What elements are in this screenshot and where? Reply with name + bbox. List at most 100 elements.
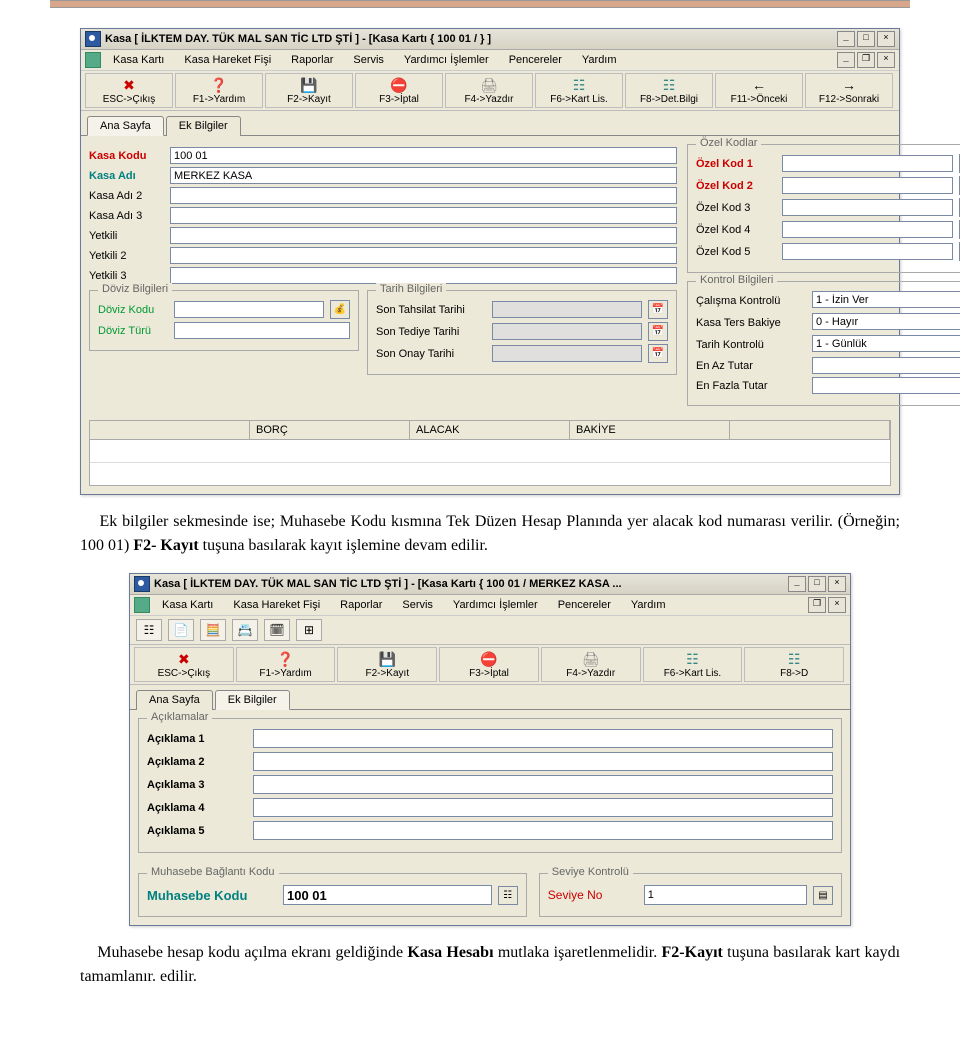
menu-raporlar[interactable]: Raporlar [332,597,390,613]
field-input[interactable] [170,267,677,284]
tool-icon[interactable]: ⊞ [296,619,322,641]
combo[interactable]: ▼ [812,335,960,354]
input-seviye-no[interactable] [644,885,807,905]
tool-icon[interactable]: 🗓 [264,619,290,641]
menu-raporlar[interactable]: Raporlar [283,52,341,68]
field-input[interactable] [782,199,953,216]
label-seviye-no: Seviye No [548,888,638,902]
fn-button[interactable]: ←F11->Önceki [715,73,803,108]
tab-ek-bilgiler[interactable]: Ek Bilgiler [166,116,241,136]
field-input[interactable] [174,301,324,318]
lookup-icon[interactable]: ▤ [813,886,833,905]
maximize-button[interactable]: □ [857,31,875,47]
fn-button[interactable]: 🖨F4->Yazdır [541,647,641,682]
fn-button[interactable]: 🖨F4->Yazdır [445,73,533,108]
menu-servis[interactable]: Servis [345,52,392,68]
maximize-button[interactable]: □ [808,576,826,592]
field-label: Özel Kod 2 [696,180,776,192]
calendar-icon[interactable]: 📅 [648,322,668,341]
field-input[interactable] [170,147,677,164]
fn-button[interactable]: ☷F6->Kart Lis. [643,647,743,682]
field-input[interactable] [170,247,677,264]
field-input[interactable] [492,323,642,340]
combo[interactable]: ▼ [812,291,960,310]
field-input[interactable] [170,207,677,224]
combo[interactable]: ▼ [812,313,960,332]
menu-yardim[interactable]: Yardım [623,597,674,613]
field-input[interactable] [812,377,960,394]
legend-seviye: Seviye Kontrolü [548,866,633,878]
field-input[interactable] [782,243,953,260]
fn-button[interactable]: ✖ESC->Çıkış [134,647,234,682]
mdi-close[interactable]: × [877,52,895,68]
field-input[interactable] [253,775,833,794]
input-muhasebe-kodu[interactable] [283,885,492,905]
close-button[interactable]: × [828,576,846,592]
minimize-button[interactable]: _ [837,31,855,47]
tool-icon[interactable]: 🧮 [200,619,226,641]
tab-ek-bilgiler[interactable]: Ek Bilgiler [215,690,290,710]
fn-button[interactable]: ⛔F3->İptal [355,73,443,108]
fn-button[interactable]: ☷F6->Kart Lis. [535,73,623,108]
field-input[interactable] [253,798,833,817]
field-input[interactable] [812,357,960,374]
menu-servis[interactable]: Servis [394,597,441,613]
fn-button[interactable]: ❓F1->Yardım [236,647,336,682]
menu-yardim[interactable]: Yardım [574,52,625,68]
menu-kasa-karti[interactable]: Kasa Kartı [105,52,172,68]
field-input[interactable] [782,221,953,238]
minimize-button[interactable]: _ [788,576,806,592]
tool-icon[interactable]: 📄 [168,619,194,641]
mdi-restore[interactable]: ❐ [857,52,875,68]
close-button[interactable]: × [877,31,895,47]
fn-button[interactable]: ❓F1->Yardım [175,73,263,108]
combo-input[interactable] [812,335,960,352]
lookup-icon[interactable]: ☷ [498,886,518,905]
menu-yardimci-islemler[interactable]: Yardımcı İşlemler [445,597,546,613]
field-input[interactable] [492,301,642,318]
field-label: Döviz Kodu [98,304,168,316]
field-label: Kasa Adı 3 [89,210,164,222]
menu-kasa-hareket-fisi[interactable]: Kasa Hareket Fişi [176,52,279,68]
field-input[interactable] [170,227,677,244]
field-input[interactable] [170,187,677,204]
tab-ana-sayfa[interactable]: Ana Sayfa [87,116,164,136]
fn-button[interactable]: 💾F2->Kayıt [337,647,437,682]
combo-input[interactable] [812,313,960,330]
combo-input[interactable] [812,291,960,308]
mdi-close[interactable]: × [828,597,846,613]
field-input[interactable] [170,167,677,184]
module-icon [85,52,101,68]
fn-button[interactable]: 💾F2->Kayıt [265,73,353,108]
field-label: Açıklama 1 [147,733,247,745]
field-input[interactable] [782,155,953,172]
fn-button[interactable]: ✖ESC->Çıkış [85,73,173,108]
fn-button[interactable]: ⛔F3->İptal [439,647,539,682]
field-label: Açıklama 3 [147,779,247,791]
field-input[interactable] [492,345,642,362]
mdi-restore[interactable]: ❐ [808,597,826,613]
field-input[interactable] [782,177,953,194]
field-label: Son Tahsilat Tarihi [376,304,486,316]
tab-ana-sayfa[interactable]: Ana Sayfa [136,690,213,710]
lookup-icon[interactable]: 💰 [330,300,350,319]
titlebar-2: Kasa [ İLKTEM DAY. TÜK MAL SAN TİC LTD Ş… [130,574,850,595]
field-input[interactable] [253,821,833,840]
tool-icon[interactable]: ☷ [136,619,162,641]
fn-button[interactable]: ☷F8->D [744,647,844,682]
fn-button[interactable]: ☷F8->Det.Bilgi [625,73,713,108]
field-input[interactable] [253,752,833,771]
menu-yardimci-islemler[interactable]: Yardımcı İşlemler [396,52,497,68]
calendar-icon[interactable]: 📅 [648,344,668,363]
field-input[interactable] [253,729,833,748]
field-label: Kasa Adı 2 [89,190,164,202]
menu-kasa-hareket-fisi[interactable]: Kasa Hareket Fişi [225,597,328,613]
fn-button[interactable]: →F12->Sonraki [805,73,893,108]
field-input[interactable] [174,322,350,339]
menu-kasa-karti[interactable]: Kasa Kartı [154,597,221,613]
tool-icon[interactable]: 📇 [232,619,258,641]
menu-pencereler[interactable]: Pencereler [501,52,570,68]
mdi-minimize[interactable]: _ [837,52,855,68]
calendar-icon[interactable]: 📅 [648,300,668,319]
menu-pencereler[interactable]: Pencereler [550,597,619,613]
